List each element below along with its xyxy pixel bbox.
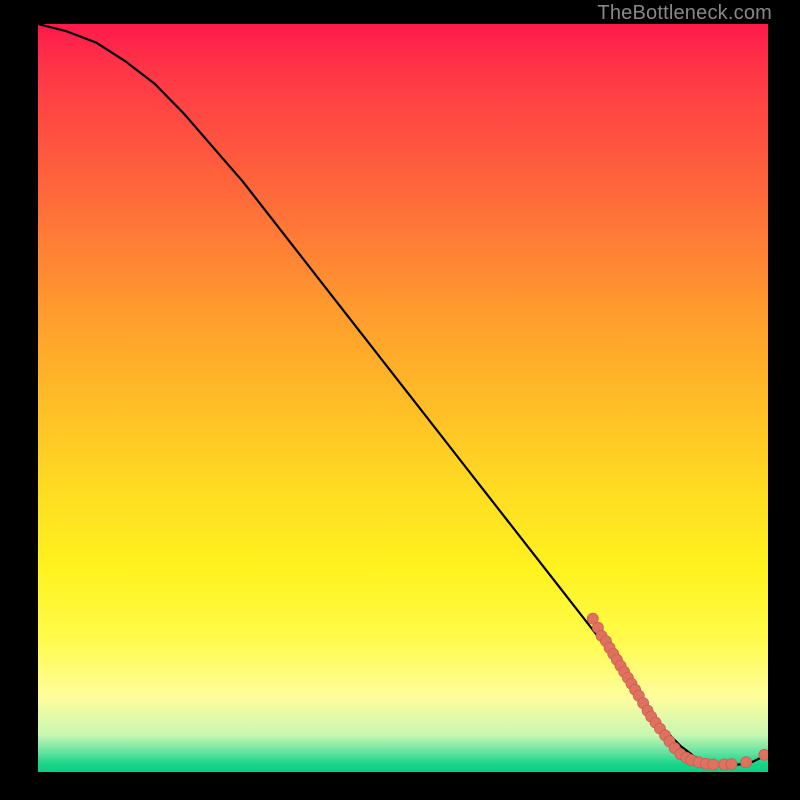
data-dot (708, 759, 719, 770)
chart-stage: TheBottleneck.com (0, 0, 800, 800)
data-dots (587, 613, 768, 770)
plot-area (38, 24, 768, 772)
data-dot (759, 749, 768, 760)
data-dot (726, 759, 737, 770)
plot-svg (38, 24, 768, 772)
bottleneck-curve (38, 24, 768, 765)
data-dot (741, 757, 752, 768)
watermark-text: TheBottleneck.com (597, 2, 772, 25)
